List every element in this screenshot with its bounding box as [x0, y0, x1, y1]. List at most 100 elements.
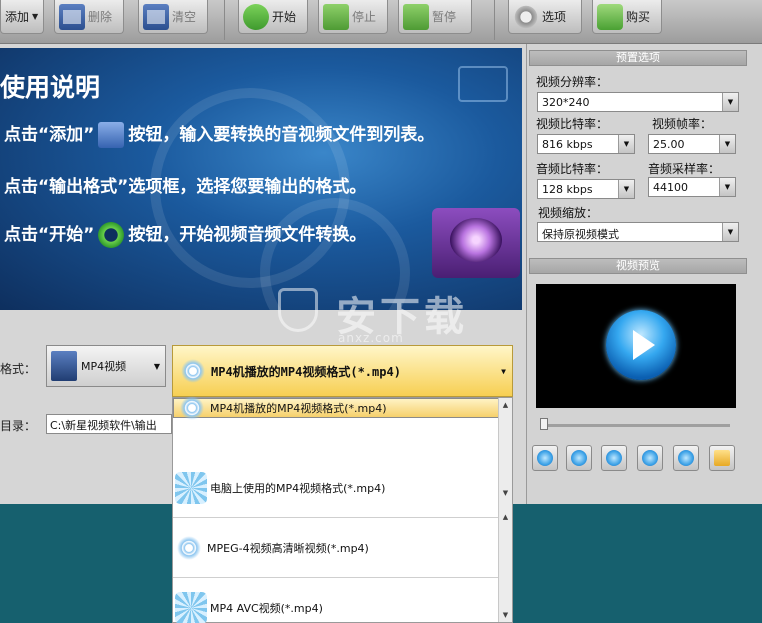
audio-bitrate-select[interactable]: 128 kbps ▼	[537, 179, 635, 199]
mp4-format-icon	[175, 471, 207, 504]
stop-button[interactable]: 停止	[318, 0, 388, 34]
clear-button[interactable]: 清空	[138, 0, 208, 34]
film-add-icon	[98, 122, 125, 148]
media-folder-icon	[432, 208, 520, 278]
start-button-label: 开始	[272, 10, 297, 24]
add-button-label: 添加	[5, 10, 30, 24]
instruction-step-3-suffix: 按钮，开始视频音频文件转换。	[128, 225, 367, 245]
output-format-label: 格式：	[0, 362, 37, 376]
open-folder-button[interactable]	[709, 445, 735, 471]
start-button[interactable]: 开始	[238, 0, 308, 34]
video-bitrate-select[interactable]: 816 kbps ▼	[537, 134, 635, 154]
pause-button-label: 暂停	[432, 10, 457, 24]
speaker-icon	[642, 450, 658, 466]
resolution-label: 视频分辨率：	[536, 75, 609, 89]
instruction-step-2: 点击“输出格式”选项框，选择您要输出的格式。	[4, 177, 367, 197]
scale-label: 视频缩放：	[538, 206, 599, 220]
resolution-select[interactable]: 320*240 ▼	[537, 92, 739, 112]
dropdown-item[interactable]: MP4 AVC视频(*.mp4)	[173, 578, 499, 623]
chevron-down-icon[interactable]: ▼	[719, 178, 735, 196]
output-dir-label: 目录：	[0, 419, 37, 433]
buy-button[interactable]: 购买	[592, 0, 662, 34]
pause-button[interactable]	[566, 445, 592, 471]
stop-button[interactable]	[601, 445, 627, 471]
delete-button-label: 删除	[88, 10, 113, 24]
folder-icon	[714, 450, 730, 466]
dropdown-item[interactable]: MPEG-4视频高清晰视频(*.mp4)	[173, 518, 499, 578]
chevron-down-icon[interactable]: ▼	[722, 223, 738, 241]
film-icon	[51, 351, 77, 381]
mp4-format-icon	[175, 591, 207, 623]
dropdown-item-label: 电脑上使用的MP4视频格式(*.mp4)	[210, 481, 386, 495]
toolbar-divider	[494, 0, 495, 40]
format-category-value: MP4视频	[81, 360, 127, 373]
seek-handle[interactable]	[540, 418, 548, 430]
scroll-up-arrow-icon[interactable]: ▲	[499, 398, 512, 412]
scale-select[interactable]: 保持原视频模式 ▼	[537, 222, 739, 242]
instruction-step-1-prefix: 点击“添加”	[4, 125, 95, 145]
monitor-decoration-icon	[458, 66, 508, 102]
refresh-arrows-icon	[243, 3, 269, 30]
dropdown-item[interactable]: MP4机播放的MP4视频格式(*.mp4)	[173, 394, 499, 422]
instructions-title: 使用说明	[0, 73, 101, 102]
mp4-format-icon	[179, 357, 207, 385]
samplerate-label: 音频采样率：	[648, 162, 721, 176]
resolution-value: 320*240	[542, 96, 590, 109]
play-icon	[537, 450, 553, 466]
settings-panel	[526, 44, 762, 504]
volume-button[interactable]	[637, 445, 663, 471]
chevron-down-icon[interactable]: ▼	[719, 135, 735, 153]
mp4-format-icon	[178, 394, 206, 422]
instructions-banner: 使用说明 点击“添加” 按钮，输入要转换的音视频文件到列表。 点击“输出格式”选项…	[0, 48, 522, 310]
format-dropdown-list: MP4机播放的MP4视频格式(*.mp4) 电脑上使用的MP4视频格式(*.mp…	[172, 394, 513, 623]
clear-button-label: 清空	[172, 10, 197, 24]
stop-icon	[323, 3, 349, 30]
output-dir-field[interactable]: C:\新星视频软件\输出	[46, 414, 172, 434]
add-button[interactable]: 添加 ▼	[0, 0, 44, 34]
film-clear-icon	[143, 3, 169, 30]
camera-icon	[678, 450, 694, 466]
framerate-select[interactable]: 25.00 ▼	[648, 134, 736, 154]
options-button-label: 选项	[542, 10, 567, 24]
play-button[interactable]	[532, 445, 558, 471]
preset-options-header: 预置选项	[529, 50, 747, 66]
mp4-format-icon	[175, 533, 203, 562]
stop-icon	[606, 450, 622, 466]
chevron-down-icon[interactable]: ▼	[32, 12, 38, 21]
samplerate-select[interactable]: 44100 ▼	[648, 177, 736, 197]
dropdown-scrollbar[interactable]: ▲ ▼ ▲ ▼	[498, 398, 512, 622]
framerate-value: 25.00	[653, 138, 685, 151]
instruction-step-1: 点击“添加” 按钮，输入要转换的音视频文件到列表。	[4, 120, 434, 148]
pause-icon	[571, 450, 587, 466]
audio-bitrate-label: 音频比特率：	[536, 162, 609, 176]
chevron-down-icon[interactable]: ▼	[618, 135, 634, 153]
pause-button[interactable]: 暂停	[398, 0, 472, 34]
dropdown-item-label: MPEG-4视频高清晰视频(*.mp4)	[207, 541, 369, 555]
refresh-arrows-icon	[98, 222, 125, 248]
format-profile-select[interactable]: MP4机播放的MP4视频格式(*.mp4) ▼	[172, 345, 513, 397]
video-preview-screen	[536, 284, 736, 408]
format-category-select[interactable]: MP4视频 ▼	[46, 345, 166, 387]
scroll-down-arrow-icon[interactable]: ▼	[499, 608, 512, 622]
samplerate-value: 44100	[653, 181, 688, 194]
dropdown-item[interactable]: 电脑上使用的MP4视频格式(*.mp4)	[173, 458, 499, 518]
watermark-shield-logo	[278, 288, 318, 332]
chevron-down-icon[interactable]: ▼	[154, 362, 160, 371]
pause-icon	[403, 3, 429, 30]
options-button[interactable]: 选项	[508, 0, 582, 34]
snapshot-button[interactable]	[673, 445, 699, 471]
toolbar: 添加 ▼ 删除 清空 开始 停止 暂停 选项 购买	[0, 0, 762, 44]
chevron-down-icon[interactable]: ▼	[722, 93, 738, 111]
gear-icon	[513, 3, 539, 30]
buy-button-label: 购买	[626, 10, 651, 24]
audio-bitrate-value: 128 kbps	[542, 183, 593, 196]
chevron-down-icon[interactable]: ▼	[501, 367, 506, 376]
scroll-up-arrow-icon[interactable]: ▲	[499, 510, 512, 524]
chevron-down-icon[interactable]: ▼	[618, 180, 634, 198]
play-icon[interactable]	[606, 310, 676, 380]
scroll-down-arrow-icon[interactable]: ▼	[499, 486, 512, 500]
delete-button[interactable]: 删除	[54, 0, 124, 34]
seek-track[interactable]	[540, 424, 730, 427]
watermark-url: anxz.com	[338, 331, 404, 345]
dropdown-item-label: MP4机播放的MP4视频格式(*.mp4)	[210, 402, 387, 415]
